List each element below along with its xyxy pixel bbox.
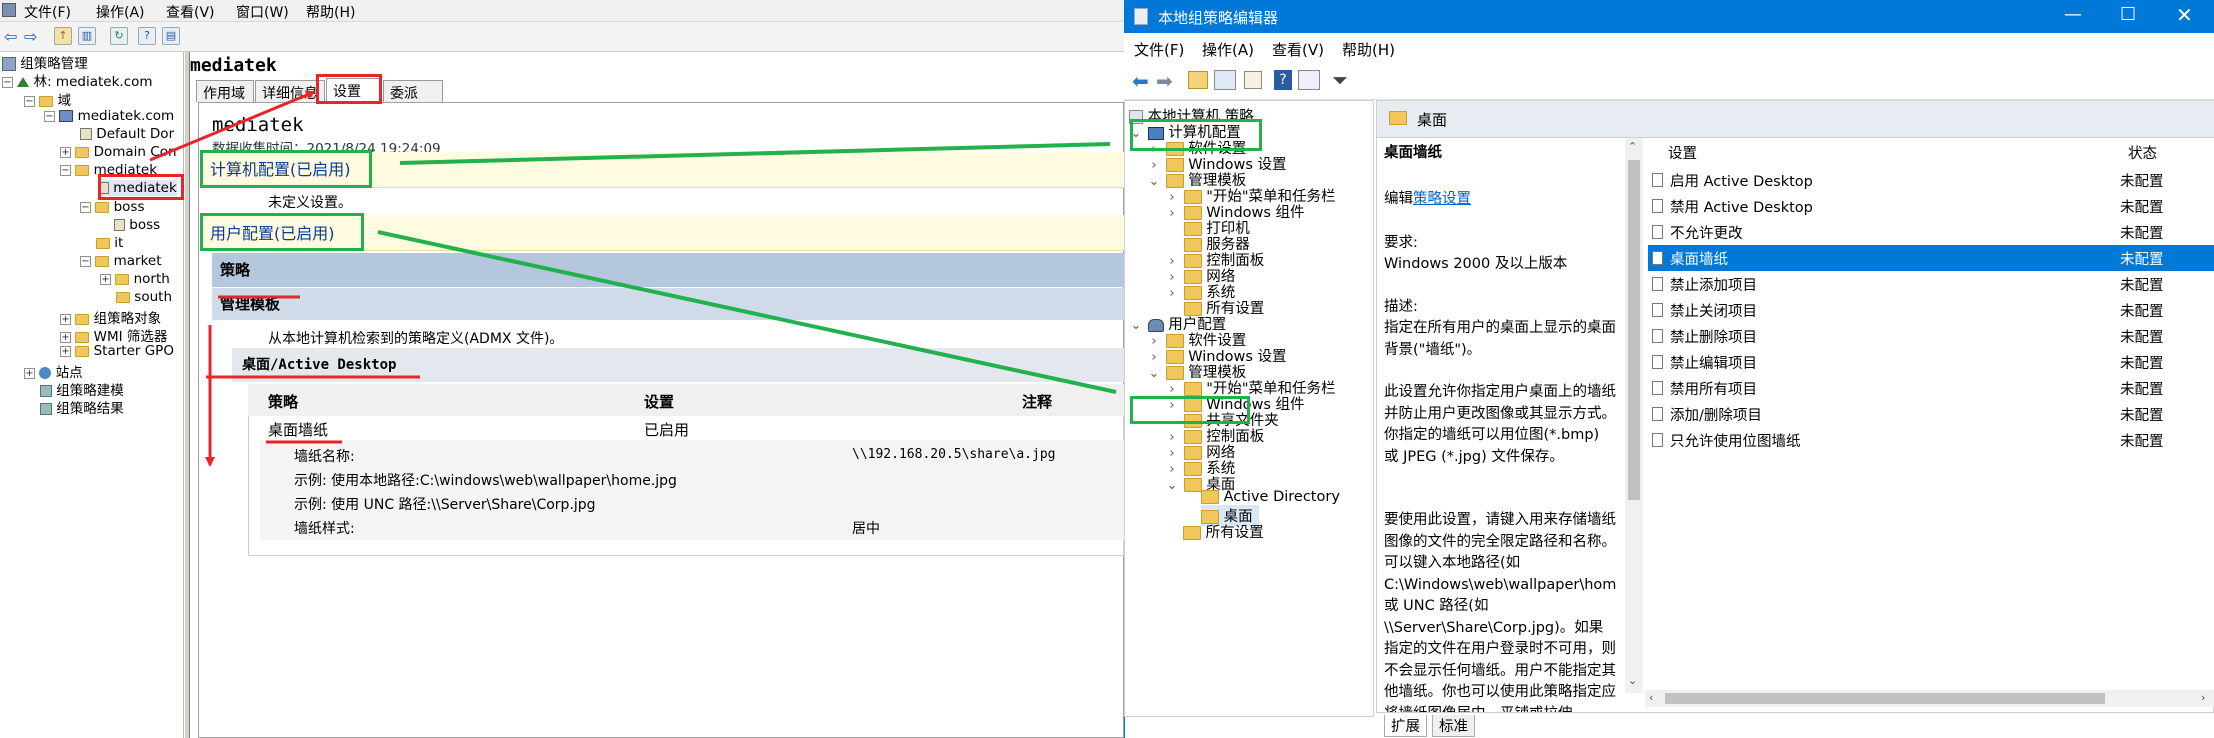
annotation-green-line-computer bbox=[399, 142, 1111, 165]
annotation-green-line-user bbox=[377, 230, 1117, 394]
annotation-arrows bbox=[149, 90, 1117, 467]
annotation-arrow-to-tab bbox=[149, 90, 316, 162]
